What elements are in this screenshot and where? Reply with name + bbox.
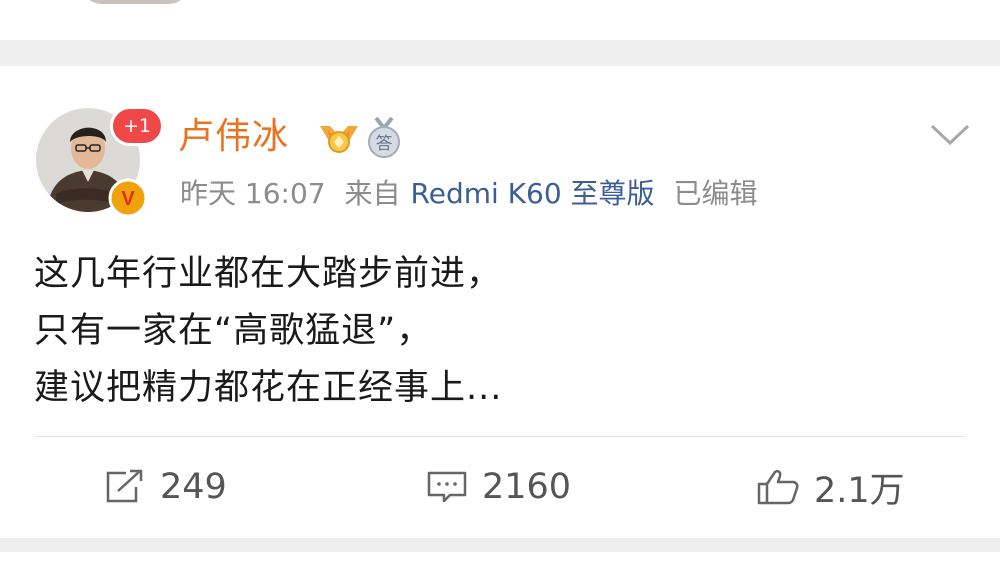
next-post-top — [0, 552, 1000, 564]
notification-badge[interactable]: +1 — [110, 106, 164, 146]
verified-v-icon: V — [108, 178, 148, 218]
answer-medal-text: 答 — [376, 134, 393, 154]
post-content-line: 建议把精力都花在正经事上... — [34, 368, 503, 408]
repost-count: 249 — [160, 467, 227, 507]
source-device-link[interactable]: Redmi K60 至尊版 — [411, 177, 655, 210]
answer-medal-icon[interactable]: 答 — [364, 116, 404, 160]
previous-post-bottom — [0, 0, 1000, 40]
weibo-post-card[interactable]: +1 V 卢伟冰 答 昨天 16:07 来自 Redmi K60 至尊版 已编辑 — [0, 66, 1000, 538]
verified-mark-text: V — [121, 188, 135, 210]
author-name[interactable]: 卢伟冰 — [178, 114, 289, 160]
source-prefix: 来自 — [344, 177, 401, 210]
comment-count: 2160 — [482, 467, 572, 507]
like-count: 2.1万 — [814, 470, 905, 511]
post-content[interactable]: 这几年行业都在大踏步前进， 只有一家在“高歌猛退”， 建议把精力都花在正经事上.… — [34, 246, 964, 417]
gold-medal-icon[interactable] — [316, 116, 362, 160]
previous-post-image-edge — [80, 0, 190, 4]
post-content-line: 只有一家在“高歌猛退”， — [34, 311, 433, 351]
like-button[interactable]: 2.1万 — [756, 464, 905, 511]
post-meta: 昨天 16:07 来自 Redmi K60 至尊版 已编辑 — [180, 174, 767, 214]
post-time: 昨天 16:07 — [180, 177, 326, 210]
comment-icon — [427, 471, 467, 503]
repost-button[interactable]: 249 — [104, 464, 227, 510]
chevron-down-icon[interactable] — [928, 122, 972, 148]
comment-button[interactable]: 2160 — [426, 464, 571, 510]
repost-icon — [106, 469, 143, 503]
edited-label[interactable]: 已编辑 — [673, 177, 757, 210]
post-content-line: 这几年行业都在大踏步前进， — [34, 254, 503, 294]
thumbs-up-icon — [757, 469, 799, 505]
action-divider — [34, 436, 966, 437]
